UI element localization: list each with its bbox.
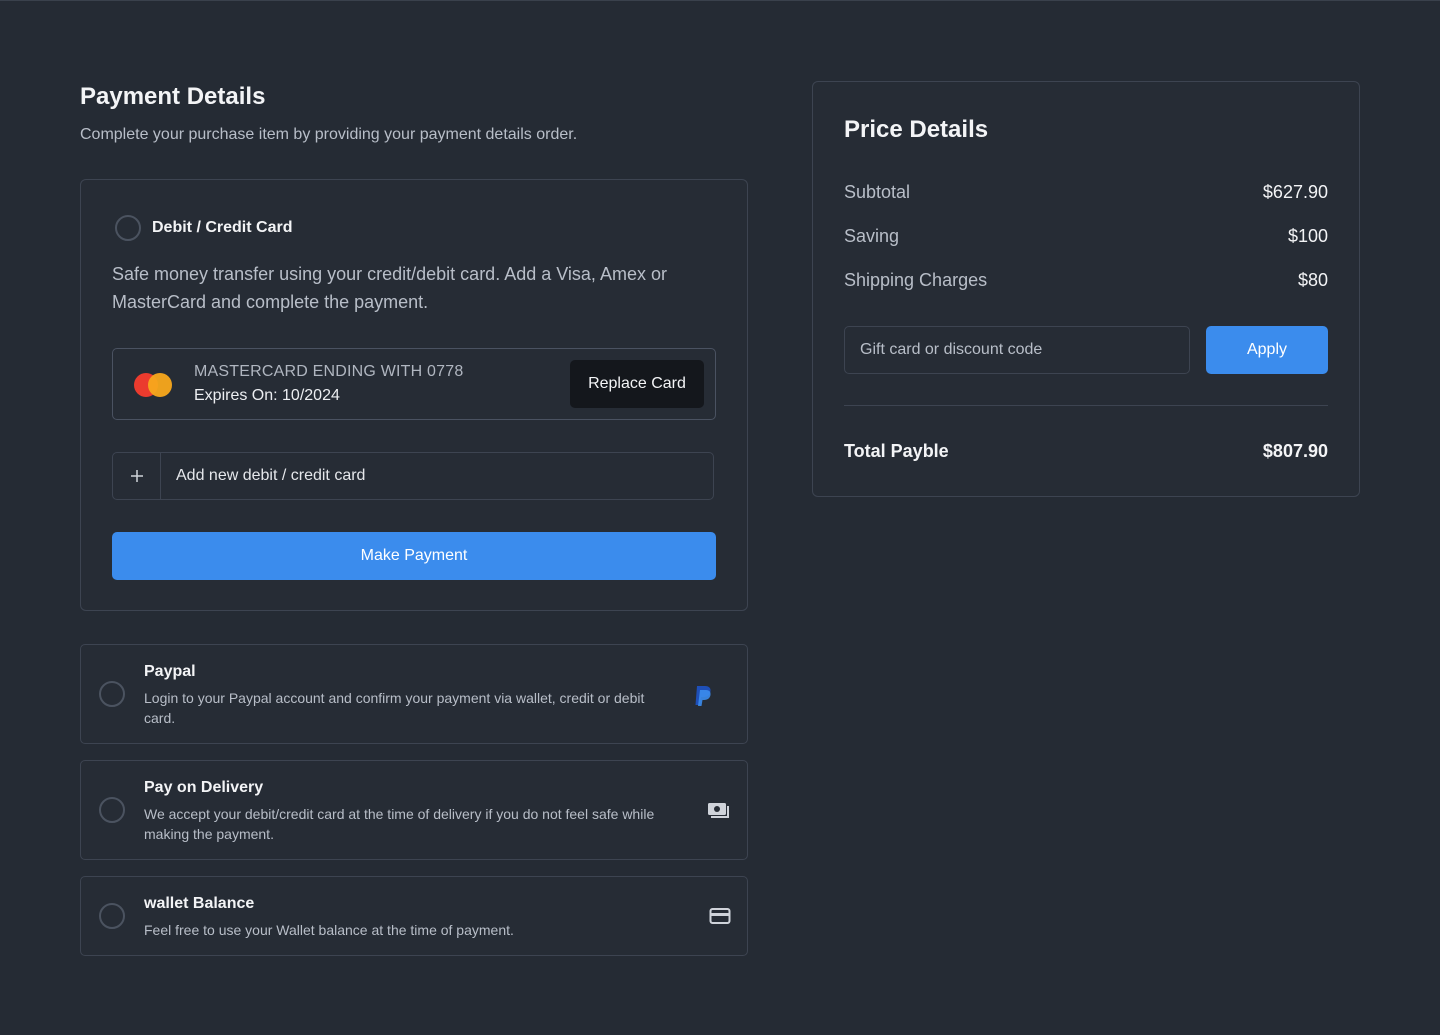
price-value: $80	[1297, 270, 1328, 290]
make-payment-button[interactable]: Make Payment	[112, 532, 716, 580]
paypal-icon	[693, 685, 713, 712]
page-title: Payment Details	[80, 83, 266, 110]
total-label: Total Payble	[844, 441, 949, 461]
card-method-radio[interactable]	[115, 215, 141, 241]
option-description: Feel free to use your Wallet balance at …	[144, 922, 514, 938]
payment-option-paypal[interactable]: Paypal Login to your Paypal account and …	[80, 644, 748, 744]
card-payment-panel: Debit / Credit Card Safe money transfer …	[80, 179, 748, 611]
option-title: Paypal	[144, 663, 196, 680]
plus-icon	[113, 453, 161, 499]
add-card-button[interactable]: Add new debit / credit card	[112, 452, 714, 500]
discount-code-input[interactable]	[844, 326, 1190, 374]
card-method-title: Debit / Credit Card	[152, 219, 293, 236]
saved-card: MASTERCARD ENDING WITH 0778 Expires On: …	[112, 348, 716, 420]
price-label: Shipping Charges	[844, 270, 988, 290]
credit-card-icon	[709, 907, 731, 930]
option-description: We accept your debit/credit card at the …	[144, 806, 655, 842]
price-details-panel: Price Details Subtotal $627.90 Saving $1…	[812, 81, 1360, 497]
card-expiry: Expires On: 10/2024	[194, 387, 340, 404]
payment-option-delivery[interactable]: Pay on Delivery We accept your debit/cre…	[80, 760, 748, 860]
payment-option-wallet[interactable]: wallet Balance Feel free to use your Wal…	[80, 876, 748, 956]
total-row: Total Payble $807.90	[844, 441, 1328, 462]
price-label: Subtotal	[844, 182, 911, 202]
total-value: $807.90	[1262, 441, 1328, 461]
card-method-description: Safe money transfer using your credit/de…	[112, 264, 667, 312]
option-description: Login to your Paypal account and confirm…	[144, 690, 645, 726]
option-title: Pay on Delivery	[144, 779, 264, 796]
price-label: Saving	[844, 226, 900, 246]
price-row-shipping: Shipping Charges $80	[844, 270, 1328, 291]
replace-card-button[interactable]: Replace Card	[570, 360, 704, 408]
price-row-subtotal: Subtotal $627.90	[844, 182, 1328, 203]
add-card-label: Add new debit / credit card	[176, 467, 366, 484]
delivery-radio[interactable]	[99, 797, 125, 823]
card-number-label: MASTERCARD ENDING WITH 0778	[194, 363, 464, 380]
price-value: $627.90	[1262, 182, 1328, 202]
paypal-radio[interactable]	[99, 681, 125, 707]
price-title: Price Details	[844, 116, 989, 143]
mastercard-logo-icon	[134, 373, 172, 397]
apply-button[interactable]: Apply	[1206, 326, 1328, 374]
wallet-radio[interactable]	[99, 903, 125, 929]
option-title: wallet Balance	[144, 895, 255, 912]
page-subtitle: Complete your purchase item by providing…	[80, 126, 578, 143]
divider	[844, 405, 1328, 406]
price-value: $100	[1287, 226, 1328, 246]
price-row-saving: Saving $100	[844, 226, 1328, 247]
cash-icon	[707, 801, 731, 826]
